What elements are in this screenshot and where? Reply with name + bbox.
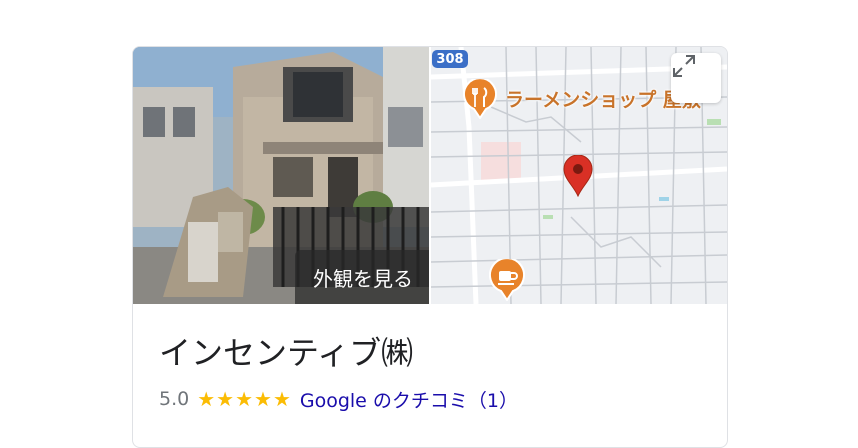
street-view-button[interactable]: 外観を見る [295, 250, 429, 304]
location-pin-icon [563, 155, 593, 197]
media-row: 外観を見る 308 ラーメンショップ 屋敷 [133, 47, 727, 304]
business-name: インセンティブ㈱ [159, 334, 414, 372]
business-card: 外観を見る 308 ラーメンショップ 屋敷 インセンティブ㈱ 5.0 ★★★★★… [132, 46, 728, 448]
coffee-cup-icon[interactable] [489, 259, 525, 301]
street-view-photo[interactable]: 外観を見る [133, 47, 429, 304]
street-view-label: 外観を見る [313, 266, 413, 291]
road-number-badge: 308 [432, 50, 468, 68]
rating-row: 5.0 ★★★★★ Google のクチコミ（1） [159, 386, 518, 412]
star-rating-icon: ★★★★★ [197, 387, 292, 411]
map-thumbnail[interactable]: 308 ラーメンショップ 屋敷 [431, 47, 727, 304]
rating-value: 5.0 [159, 388, 190, 410]
reviews-link[interactable]: Google のクチコミ（1） [300, 386, 518, 413]
road-number: 308 [436, 51, 464, 67]
fork-knife-icon[interactable] [463, 79, 497, 119]
expand-map-button[interactable] [671, 53, 721, 103]
expand-icon [673, 55, 695, 77]
